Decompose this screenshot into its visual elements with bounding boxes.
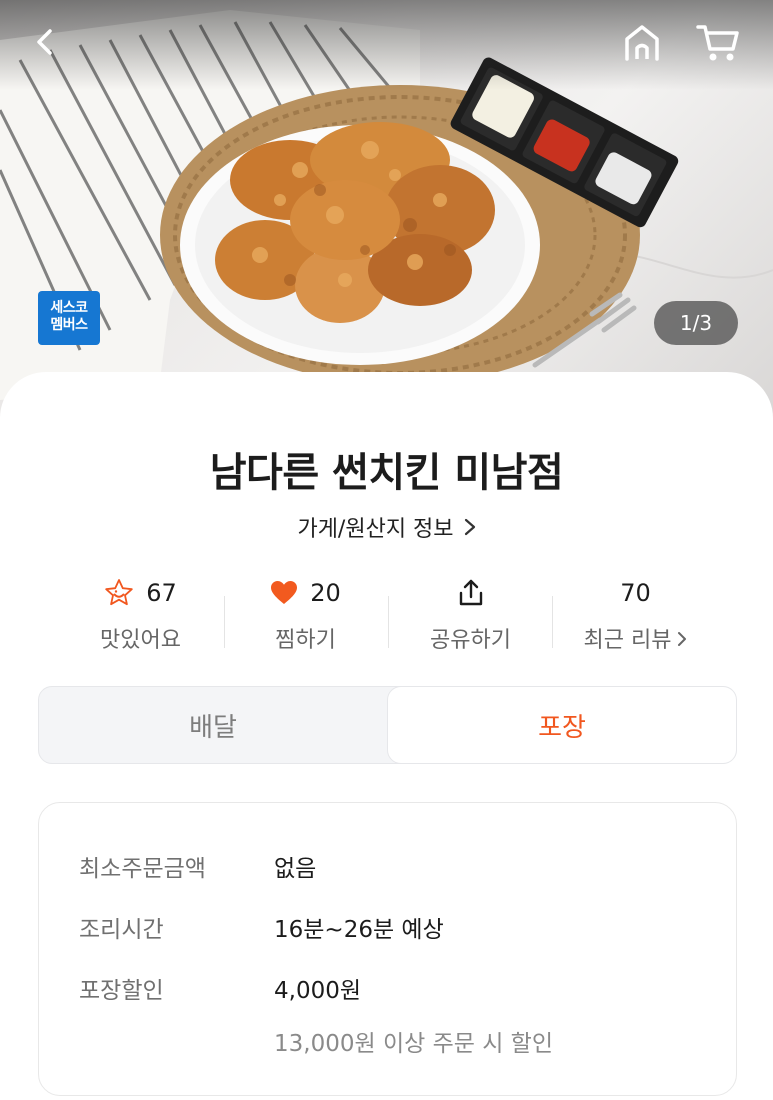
star-face-icon (105, 579, 133, 606)
stat-tasty[interactable]: 67 맛있어요 (58, 570, 223, 660)
min-order-value: 없음 (274, 856, 317, 882)
stat-favorite[interactable]: 20 찜하기 (223, 570, 388, 660)
store-info-link[interactable]: 가게/원산지 정보 (0, 511, 773, 543)
favorite-count: 20 (310, 579, 341, 607)
back-button[interactable] (22, 18, 70, 66)
share-icon (459, 579, 482, 606)
stat-share[interactable]: 공유하기 (388, 570, 553, 660)
chevron-left-icon (37, 29, 52, 55)
stat-divider (552, 596, 553, 648)
tab-delivery[interactable]: 배달 (39, 687, 387, 763)
cook-time-label: 조리시간 (79, 917, 164, 943)
sesco-members-badge: 세스코 멤버스 (38, 291, 100, 345)
chevron-right-icon (677, 628, 687, 653)
heart-icon (271, 581, 298, 604)
share-label: 공유하기 (430, 628, 511, 653)
home-icon (625, 25, 659, 61)
review-count: 70 (620, 579, 651, 607)
cart-button[interactable] (694, 18, 742, 66)
stat-divider (224, 596, 225, 648)
discount-row: 포장할인 4,000원 (79, 971, 361, 1005)
min-order-label: 최소주문금액 (79, 856, 206, 882)
stat-divider (388, 596, 389, 648)
tasty-count: 67 (146, 579, 177, 607)
favorite-label: 찜하기 (275, 628, 336, 653)
tab-takeout[interactable]: 포장 (387, 687, 736, 763)
takeout-info-card: 최소주문금액 없음 조리시간 16분~26분 예상 포장할인 4,000원 13… (38, 802, 737, 1096)
store-hero-image[interactable]: 세스코 멤버스 1/3 (0, 0, 773, 420)
image-counter: 1/3 (654, 301, 738, 345)
cook-time-row: 조리시간 16분~26분 예상 (79, 910, 444, 944)
badge-line-1: 세스코 (50, 300, 88, 316)
discount-condition: 13,000원 이상 주문 시 할인 (274, 1031, 554, 1057)
stat-reviews[interactable]: 70 최근 리뷰 (553, 570, 718, 660)
store-name: 남다른 썬치킨 미남점 (209, 450, 564, 496)
min-order-row: 최소주문금액 없음 (79, 849, 316, 883)
discount-condition-row: 13,000원 이상 주문 시 할인 (79, 1024, 553, 1058)
cook-time-value: 16분~26분 예상 (274, 917, 444, 943)
discount-label: 포장할인 (79, 978, 164, 1004)
cart-icon (696, 25, 739, 61)
review-label: 최근 리뷰 (583, 628, 672, 653)
order-type-tabs: 배달 포장 (38, 686, 737, 764)
store-info-label: 가게/원산지 정보 (297, 517, 454, 542)
discount-value: 4,000원 (274, 978, 362, 1004)
badge-line-2: 멤버스 (50, 317, 88, 333)
home-button[interactable] (618, 18, 666, 66)
tasty-label: 맛있어요 (100, 628, 181, 653)
chevron-right-icon (464, 517, 476, 542)
